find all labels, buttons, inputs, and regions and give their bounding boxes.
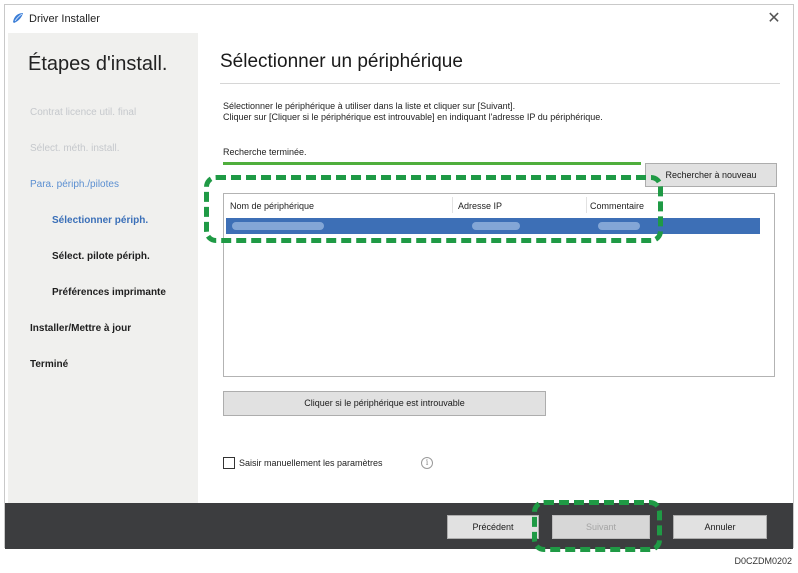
footer-bar: Précédent Suivant Annuler xyxy=(5,503,793,549)
title-bar: Driver Installer ✕ xyxy=(5,5,793,33)
device-list-header: Nom de périphérique Adresse IP Commentai… xyxy=(224,194,774,216)
column-divider xyxy=(586,197,587,213)
step-select-driver: Sélect. pilote périph. xyxy=(52,251,150,262)
cancel-button[interactable]: Annuler xyxy=(673,515,767,539)
device-list[interactable]: Nom de périphérique Adresse IP Commentai… xyxy=(223,193,775,377)
steps-sidebar: Étapes d'install. Contrat licence util. … xyxy=(8,33,198,503)
step-select-device: Sélectionner périph. xyxy=(52,215,149,226)
device-not-found-button[interactable]: Cliquer si le périphérique est introuvab… xyxy=(223,391,546,416)
previous-button[interactable]: Précédent xyxy=(447,515,539,539)
search-progress-bar xyxy=(223,162,641,165)
device-row-selected[interactable] xyxy=(226,218,760,234)
blurred-device-name xyxy=(232,222,324,230)
blurred-comment xyxy=(598,222,640,230)
blurred-ip-address xyxy=(472,222,520,230)
title-divider xyxy=(220,83,780,84)
manual-settings-label[interactable]: Saisir manuellement les paramètres xyxy=(239,458,383,468)
column-divider xyxy=(452,197,453,213)
search-again-button[interactable]: Rechercher à nouveau xyxy=(645,163,777,187)
figure-code: D0CZDM0202 xyxy=(734,556,792,566)
instruction-text-2: Cliquer sur [Cliquer si le périphérique … xyxy=(223,112,603,122)
step-printer-preferences: Préférences imprimante xyxy=(52,287,166,298)
page-title: Sélectionner un périphérique xyxy=(220,51,463,72)
info-icon[interactable]: i xyxy=(421,457,433,469)
close-button[interactable]: ✕ xyxy=(763,8,785,30)
manual-settings-checkbox[interactable] xyxy=(223,457,235,469)
driver-installer-icon xyxy=(13,13,23,23)
step-install-update: Installer/Mettre à jour xyxy=(30,323,132,334)
installer-window: Driver Installer ✕ Étapes d'install. Con… xyxy=(4,4,794,549)
step-license: Contrat licence util. final xyxy=(30,107,137,118)
column-comment[interactable]: Commentaire xyxy=(590,201,644,211)
instruction-text-1: Sélectionner le périphérique à utiliser … xyxy=(223,101,516,111)
step-install-method: Sélect. méth. install. xyxy=(30,143,120,154)
sidebar-title: Étapes d'install. xyxy=(28,53,168,75)
next-button[interactable]: Suivant xyxy=(552,515,650,539)
search-status: Recherche terminée. xyxy=(223,147,307,157)
step-finished: Terminé xyxy=(30,359,69,370)
step-device-drivers: Para. périph./pilotes xyxy=(30,179,119,190)
column-device-name[interactable]: Nom de périphérique xyxy=(230,201,314,211)
window-title: Driver Installer xyxy=(29,13,100,25)
column-ip-address[interactable]: Adresse IP xyxy=(458,201,502,211)
